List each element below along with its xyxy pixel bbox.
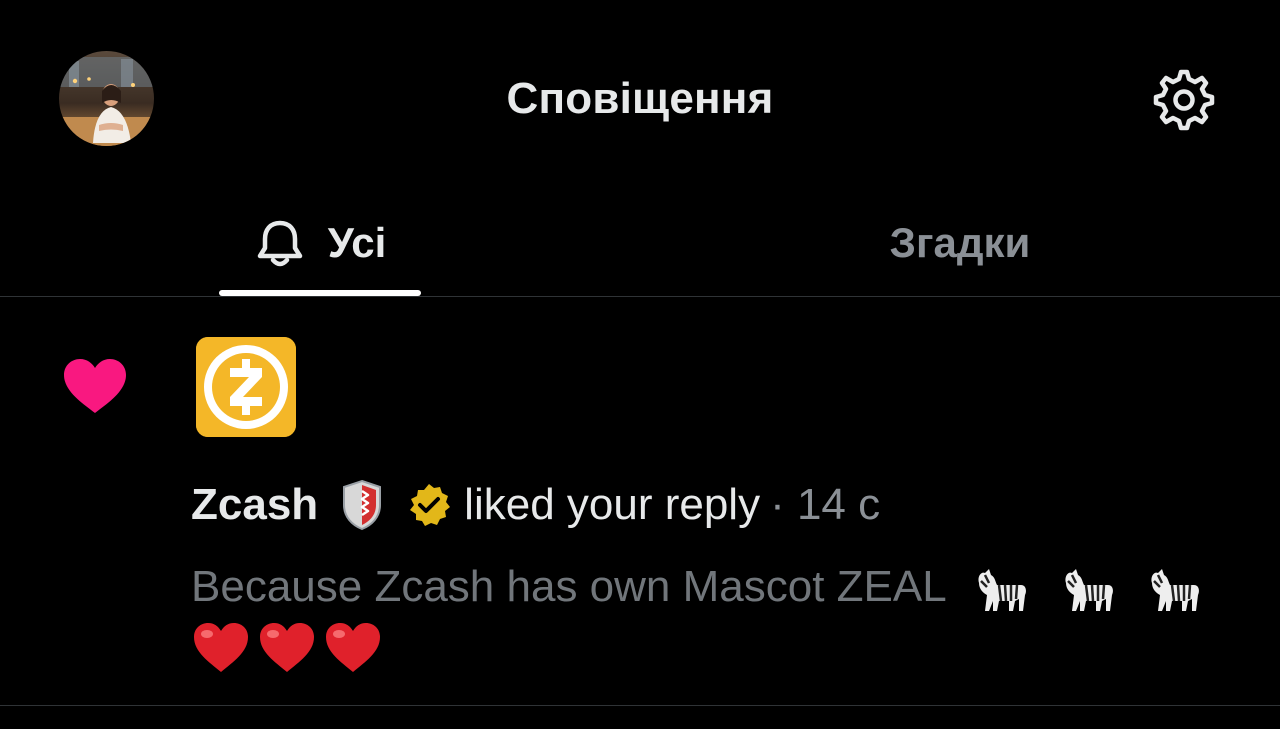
tab-mentions-label: Згадки (889, 219, 1031, 266)
settings-button[interactable] (1150, 66, 1218, 134)
zebra-icon (978, 569, 1027, 612)
shield-icon (343, 479, 382, 531)
zcash-logo-icon (196, 337, 296, 437)
notification-item[interactable]: Zcash liked your reply · 14 с Because Zc… (0, 297, 1280, 705)
reply-preview: Because Zcash has own Mascot ZEAL (191, 559, 1251, 676)
red-heart-icon (194, 622, 248, 672)
notification-action: liked your reply (464, 480, 761, 529)
notification-tabs: Усі Згадки (0, 190, 1280, 297)
gear-icon (1153, 69, 1215, 131)
notification-divider (0, 705, 1280, 706)
notification-time: · 14 с (770, 480, 881, 529)
user-name[interactable]: Zcash (191, 480, 318, 530)
page-title: Сповіщення (506, 74, 774, 123)
top-bar: Сповіщення (0, 0, 1280, 190)
zebra-icon (1064, 569, 1113, 612)
tab-all-label: Усі (327, 219, 387, 266)
red-heart-icon (260, 622, 314, 672)
notification-headline: Zcash liked your reply · 14 с (191, 477, 880, 533)
reply-text: Because Zcash has own Mascot ZEAL (191, 562, 946, 611)
bell-icon (257, 220, 302, 267)
zebra-icon (1151, 569, 1199, 612)
heart-icon (64, 359, 126, 413)
account-avatar[interactable] (196, 337, 296, 437)
tab-mentions[interactable]: Згадки (640, 190, 1280, 296)
red-heart-icon (326, 622, 380, 672)
verified-gold-badge-icon (410, 484, 451, 526)
tab-all[interactable]: Усі (0, 190, 640, 296)
